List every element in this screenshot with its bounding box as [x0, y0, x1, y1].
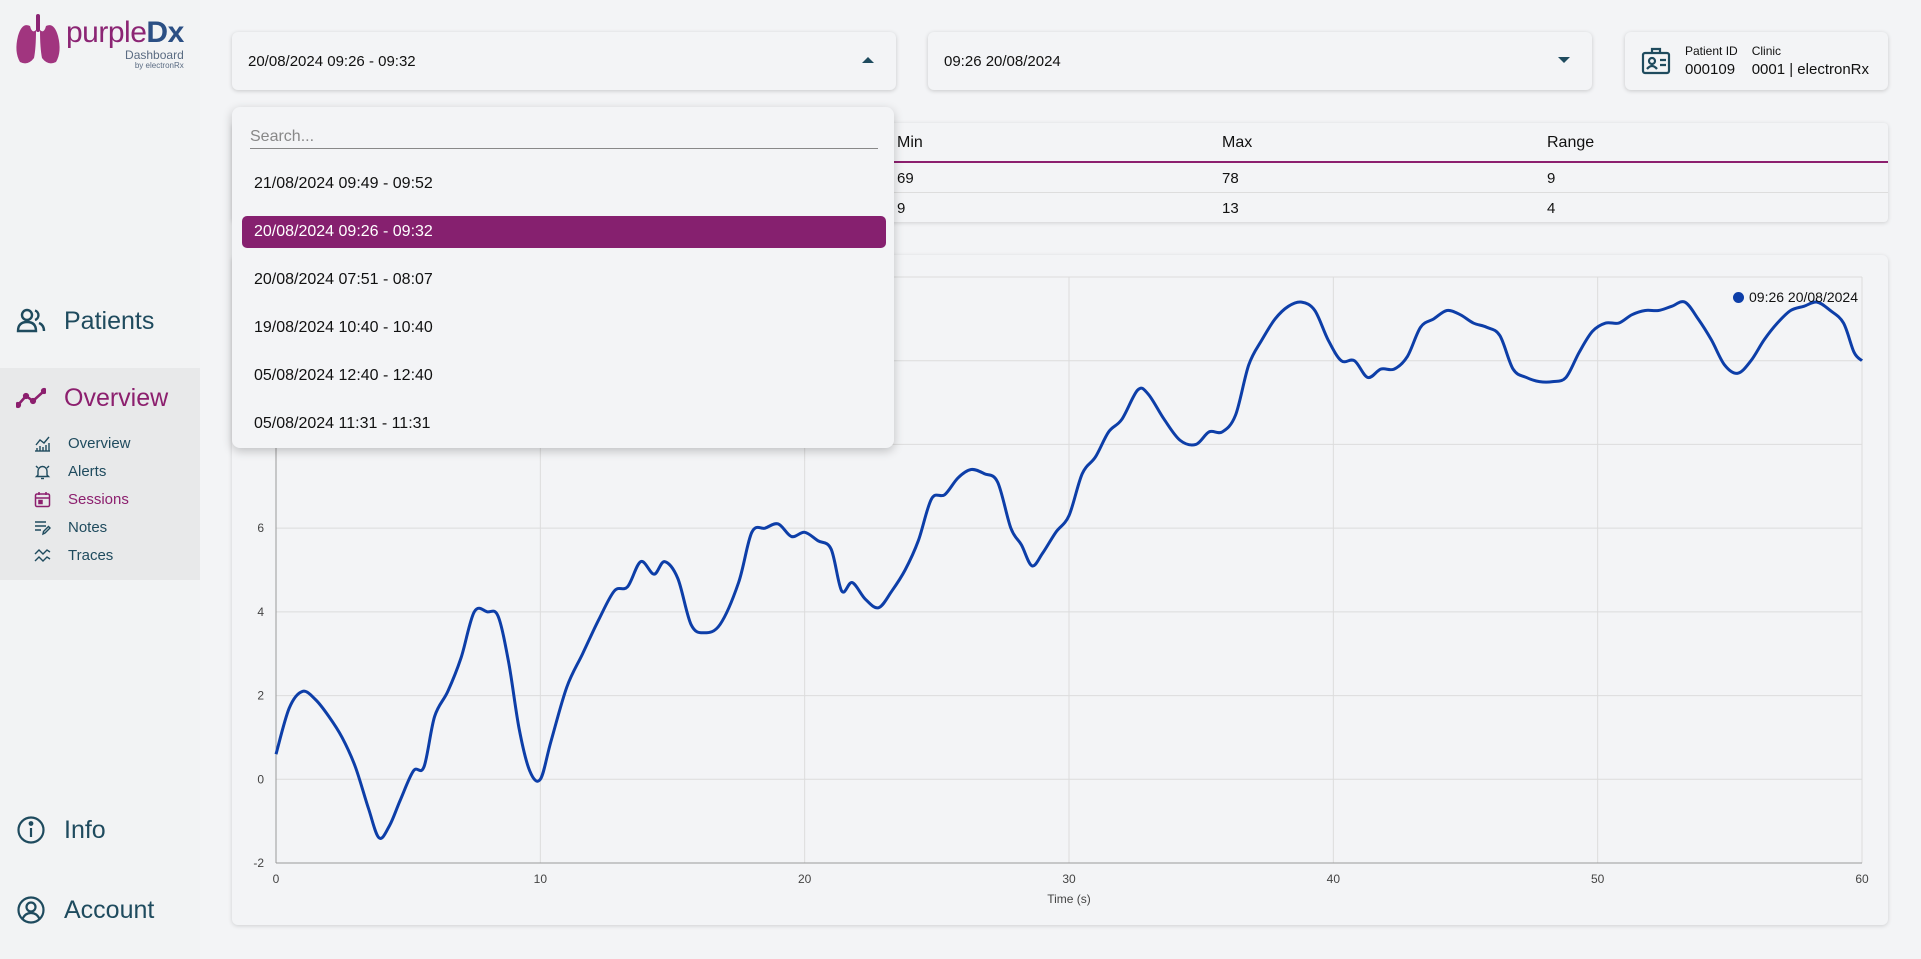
sidebar: purpleDx Dashboard by electronRx Patient…	[0, 0, 200, 959]
subnav-alerts[interactable]: Alerts	[0, 458, 200, 484]
dropdown-item[interactable]: 19/08/2024 10:40 - 10:40	[242, 312, 886, 344]
clinic-label: Clinic	[1751, 44, 1782, 58]
x-tick-label: 10	[534, 872, 548, 886]
search-input[interactable]	[250, 125, 878, 149]
bell-icon	[34, 465, 51, 479]
trace-select-value: 09:26 20/08/2024	[944, 52, 1061, 70]
patient-card: Patient ID 000109 Clinic 0001 | electron…	[1625, 32, 1888, 90]
y-tick-label: 4	[257, 605, 264, 619]
y-tick-label: 6	[257, 521, 264, 535]
session-select-value: 20/08/2024 09:26 - 09:32	[248, 52, 416, 70]
people-icon	[16, 308, 46, 333]
chart-legend[interactable]: 09:26 20/08/2024	[1733, 289, 1858, 305]
stats-header-min: Min	[897, 134, 923, 151]
x-tick-label: 30	[1062, 872, 1076, 886]
stats-cell: 78	[1222, 170, 1239, 187]
caret-up-icon	[862, 57, 874, 63]
dropdown-item[interactable]: 20/08/2024 07:51 - 08:07	[242, 264, 886, 296]
subnav-overview[interactable]: Overview	[0, 430, 200, 456]
x-tick-label: 50	[1591, 872, 1605, 886]
subnav-traces[interactable]: Traces	[0, 542, 200, 568]
stats-cell: 69	[897, 170, 914, 187]
dropdown-item[interactable]: 05/08/2024 12:40 - 12:40	[242, 360, 886, 392]
trend-line-icon	[16, 387, 46, 409]
nav-overview[interactable]: Overview	[0, 368, 200, 428]
nav-account-label: Account	[64, 895, 155, 924]
account-circle-icon	[17, 896, 45, 924]
overview-section: Overview Overview Alerts Sessions Notes …	[0, 368, 200, 580]
subnav-sessions[interactable]: Sessions	[0, 486, 200, 512]
dropdown-item-selected[interactable]: 20/08/2024 09:26 - 09:32	[242, 216, 886, 248]
subnav-traces-label: Traces	[68, 546, 114, 564]
subnav-notes-label: Notes	[68, 518, 108, 536]
stats-header-range: Range	[1547, 134, 1595, 151]
x-tick-label: 40	[1327, 872, 1341, 886]
info-icon	[17, 816, 45, 844]
stats-cell: 13	[1222, 200, 1239, 217]
stats-cell: 9	[1547, 170, 1556, 187]
session-dropdown: 21/08/2024 09:49 - 09:52 20/08/2024 09:2…	[232, 107, 894, 448]
stats-header-max: Max	[1222, 134, 1253, 151]
stats-cell: 4	[1547, 200, 1556, 217]
wave-icon	[34, 548, 51, 562]
clinic-value: 0001 | electronRx	[1751, 61, 1870, 78]
logo-brand-purple: purple	[66, 16, 147, 49]
notes-edit-icon	[35, 520, 51, 535]
caret-down-icon	[1558, 57, 1570, 63]
logo-subtitle: Dashboard	[125, 48, 184, 62]
y-tick-label: -2	[253, 856, 264, 870]
nav-info[interactable]: Info	[0, 800, 200, 860]
subnav-overview-label: Overview	[68, 434, 131, 452]
y-tick-label: 0	[257, 772, 264, 786]
chart-icon	[35, 436, 50, 452]
subnav-notes[interactable]: Notes	[0, 514, 200, 540]
stats-cell: 9	[897, 200, 906, 217]
dropdown-item[interactable]: 21/08/2024 09:49 - 09:52	[242, 168, 886, 200]
patient-id-label: Patient ID	[1685, 44, 1738, 58]
x-tick-label: 20	[798, 872, 812, 886]
nav-overview-label: Overview	[64, 383, 169, 412]
lungs-icon	[16, 14, 60, 64]
legend-dot-icon	[1733, 291, 1744, 303]
x-axis-title: Time (s)	[1047, 892, 1091, 906]
dropdown-item[interactable]: 05/08/2024 11:31 - 11:31	[242, 408, 886, 440]
y-tick-label: 2	[257, 689, 264, 703]
nav-account[interactable]: Account	[0, 880, 200, 940]
subnav-sessions-label: Sessions	[68, 490, 129, 508]
nav-patients[interactable]: Patients	[0, 291, 200, 351]
purpledx-logo[interactable]: purpleDx Dashboard by electronRx	[14, 12, 184, 70]
nav-info-label: Info	[64, 815, 106, 844]
x-tick-label: 60	[1855, 872, 1869, 886]
logo-byline: by electronRx	[134, 61, 184, 70]
nav-patients-label: Patients	[64, 306, 155, 335]
subnav-alerts-label: Alerts	[68, 462, 107, 480]
legend-label: 09:26 20/08/2024	[1749, 289, 1858, 305]
patient-id-value: 000109	[1685, 61, 1736, 78]
calendar-icon	[34, 491, 51, 507]
session-select[interactable]: 20/08/2024 09:26 - 09:32	[232, 32, 896, 90]
logo-brand-dx: Dx	[146, 16, 184, 49]
id-badge-icon	[1641, 47, 1671, 75]
x-tick-label: 0	[273, 872, 280, 886]
trace-select[interactable]: 09:26 20/08/2024	[928, 32, 1592, 90]
